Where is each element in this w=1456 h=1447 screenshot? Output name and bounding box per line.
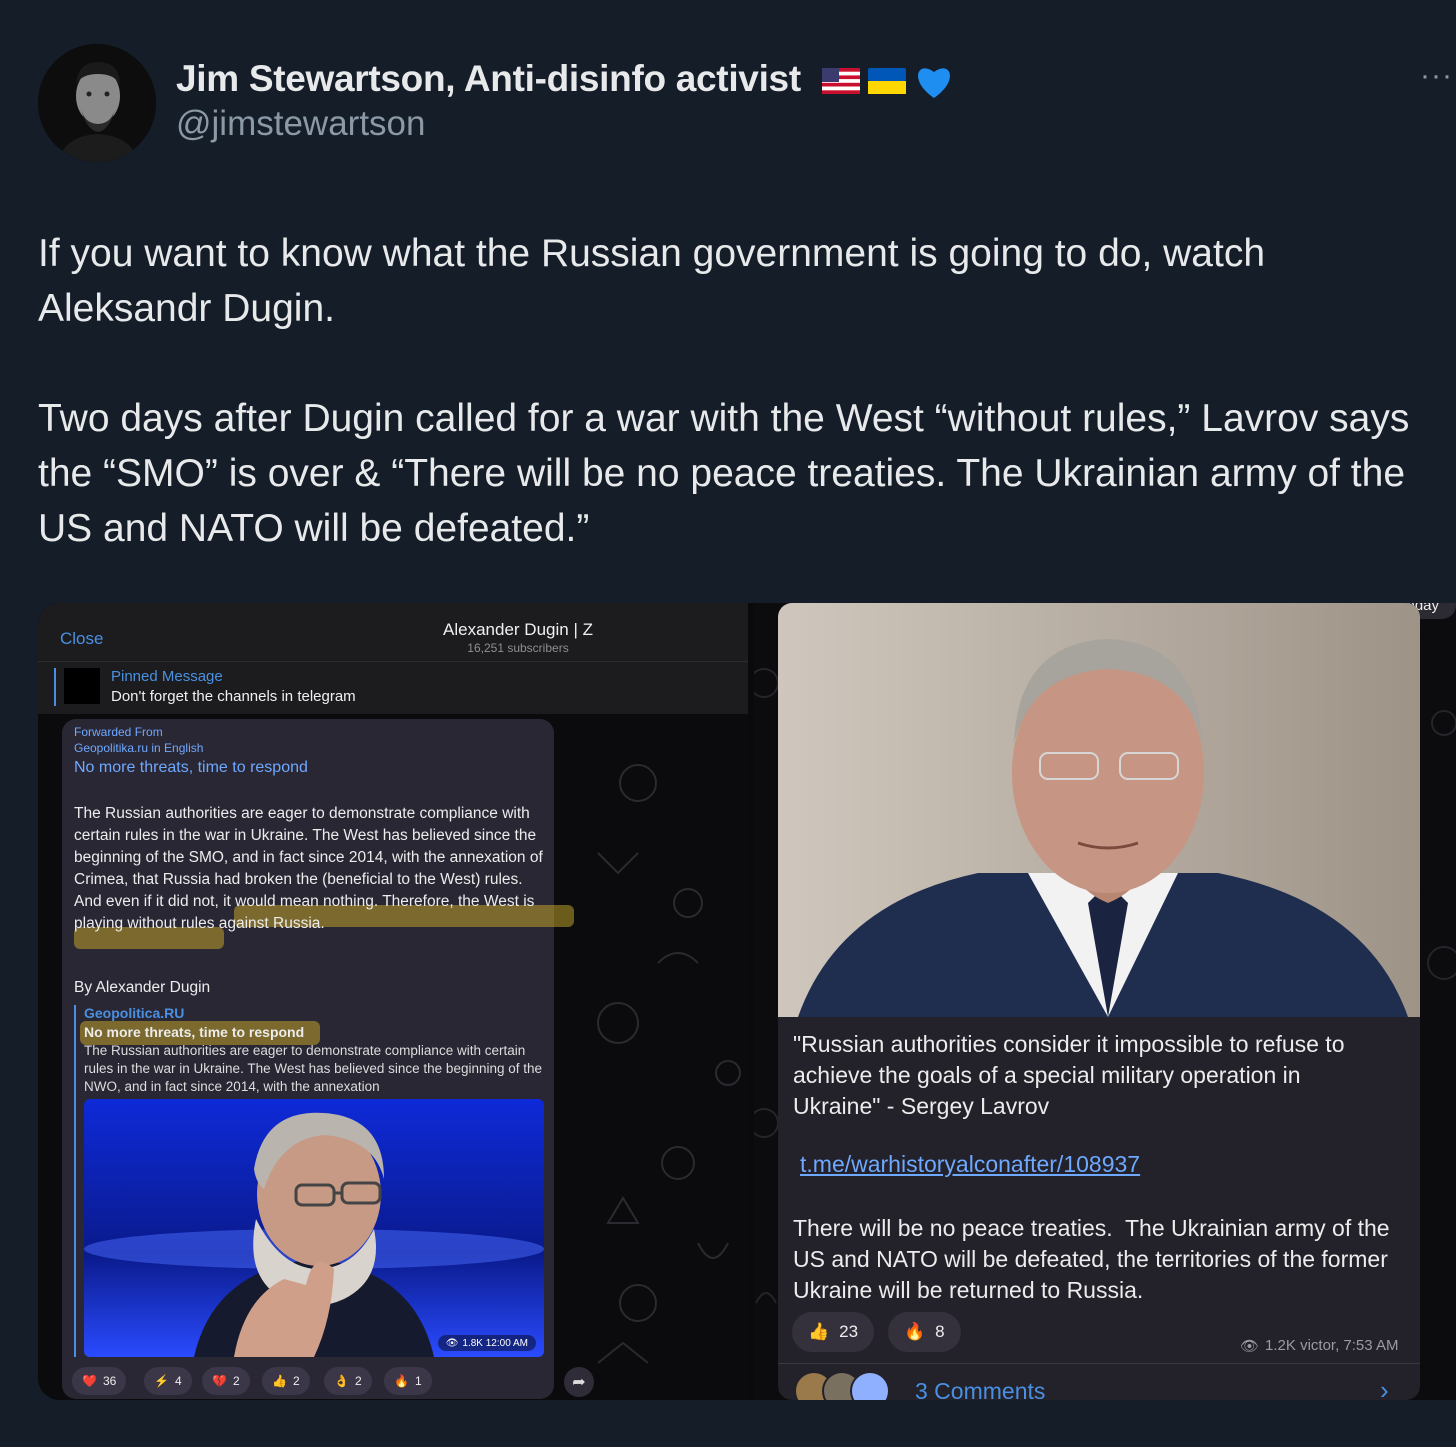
lavrov-quote: "Russian authorities consider it impossi… [793,1031,1351,1119]
author-name[interactable]: Jim Stewartson, Anti-disinfo activist [176,58,801,100]
lightning-icon: ⚡ [154,1374,169,1388]
heart-icon: ❤️ [82,1374,97,1388]
image-meta-text: 1.8K 12:00 AM [462,1337,528,1349]
more-options-button[interactable]: ··· [1420,61,1456,96]
thumbs-up-icon: 👍 [808,1322,830,1341]
reaction-heart[interactable]: ❤️ 36 [72,1367,127,1395]
ukraine-flag-icon [868,68,906,94]
preview-text: The Russian authorities are eager to dem… [84,1043,543,1094]
lavrov-post: "Russian authorities consider it impossi… [778,603,1420,1400]
divider [778,1363,1420,1364]
channel-name: Alexander Dugin | Z [443,620,593,639]
commenter-avatars [794,1371,898,1400]
reaction-lightning[interactable]: ⚡ 4 [144,1367,192,1395]
author-handle[interactable]: @jimstewartson [176,104,425,144]
broken-heart-icon: 💔 [212,1374,227,1388]
reaction-broken-heart[interactable]: 💔 2 [202,1367,250,1395]
lavrov-body: There will be no peace treaties. The Ukr… [793,1215,1396,1303]
reaction-count: 1 [414,1374,422,1388]
reaction-count: 23 [839,1322,859,1341]
reaction-thumbs-up[interactable]: 👍 23 [792,1312,875,1352]
telegram-screenshot-dugin: Close Alexander Dugin | Z 16,251 subscri… [38,603,748,1400]
pinned-title: Pinned Message [111,668,223,685]
reaction-thumbs-up[interactable]: 👍 2 [262,1367,310,1395]
ok-hand-icon: 👌 [334,1374,349,1388]
author-badges [822,60,954,102]
pinned-text: Don't forget the channels in telegram [111,688,356,705]
chevron-right-icon[interactable]: › [1380,1375,1389,1400]
dugin-photo[interactable]: 👁 1.8K 12:00 AM [84,1099,544,1357]
avatar [850,1371,890,1400]
reaction-fire[interactable]: 🔥 8 [888,1312,961,1352]
eye-icon: 👁 [1240,1338,1260,1355]
blue-heart-icon [918,68,950,98]
eye-icon: 👁 [445,1337,459,1349]
pinned-message[interactable]: Pinned Message Don't forget the channels… [38,661,748,714]
tweet-media[interactable]: Close Alexander Dugin | Z 16,251 subscri… [38,603,1456,1400]
share-icon[interactable]: ➦ [564,1367,594,1397]
channel-subscribers: 16,251 subscribers [467,641,569,655]
reaction-count: 8 [935,1322,945,1341]
image-meta: 👁 1.8K 12:00 AM [437,1335,536,1351]
reaction-count: 2 [354,1374,362,1388]
tweet-text: If you want to know what the Russian gov… [38,232,1410,550]
reaction-count: 2 [292,1374,300,1388]
post-link[interactable]: t.me/warhistoryalconafter/108937 [800,1151,1140,1178]
reaction-fire[interactable]: 🔥 1 [384,1367,432,1395]
post-byline: By Alexander Dugin [74,979,211,996]
fire-icon: 🔥 [904,1322,926,1341]
pin-accent [54,668,56,706]
forwarded-source[interactable]: Geopolitika.ru in English [74,741,203,755]
post-meta-text: 1.2K victor, 7:53 AM [1265,1337,1399,1354]
pinned-thumbnail [64,668,100,704]
thumbs-up-icon: 👍 [272,1374,287,1388]
preview-title: No more threats, time to respond [84,1024,305,1040]
reaction-count: 2 [232,1374,240,1388]
post-headline: No more threats, time to respond [74,759,308,776]
forwarded-label: Forwarded From [74,725,163,739]
telegram-screenshot-lavrov: Today [754,603,1456,1400]
channel-post: Forwarded From Geopolitika.ru in English… [62,719,574,1399]
post-meta: 👁 1.2K victor, 7:53 AM [1240,1337,1398,1355]
fire-icon: 🔥 [394,1374,409,1388]
reaction-count: 36 [102,1374,117,1388]
preview-site[interactable]: Geopolitica.RU [84,1005,184,1021]
comments-link[interactable]: 3 Comments [915,1378,1045,1400]
reaction-ok-hand[interactable]: 👌 2 [324,1367,372,1395]
author-avatar[interactable] [38,44,156,162]
us-flag-icon [822,68,860,94]
post-body: The Russian authorities are eager to dem… [74,805,543,932]
telegram-header: Close Alexander Dugin | Z 16,251 subscri… [38,603,748,661]
lavrov-photo[interactable] [778,603,1420,1017]
link-preview-accent [74,1005,76,1357]
reaction-count: 4 [174,1374,182,1388]
